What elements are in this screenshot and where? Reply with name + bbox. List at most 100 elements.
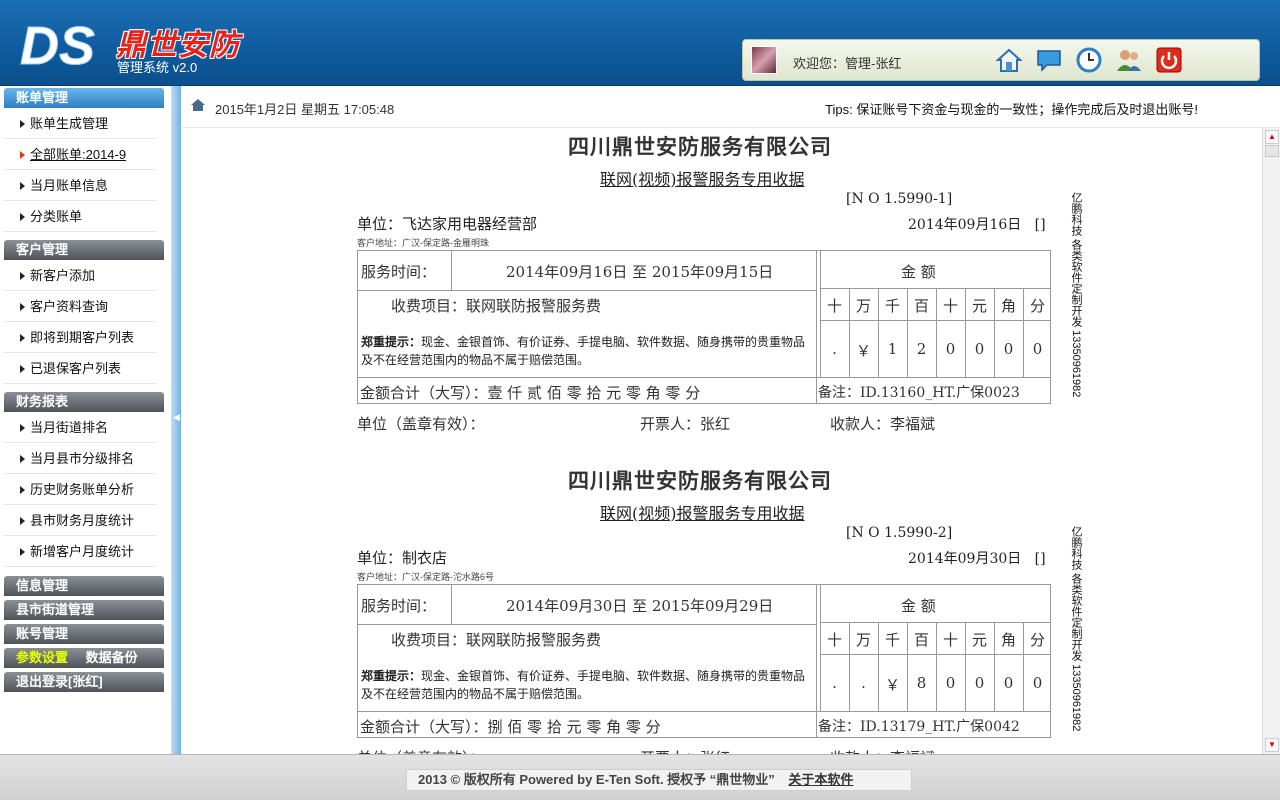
clock-icon[interactable] <box>1075 46 1103 74</box>
sidebar-item-county-monthly[interactable]: 县市财务月度统计 <box>4 506 156 536</box>
amount-header: 金 额 <box>901 597 936 615</box>
notice-text: 郑重提示：现金、金银首饰、有价证券、手提电脑、软件数据、随身携带的贵重物品及不在… <box>361 335 806 367</box>
service-period: 2014年09月16日 至 2015年09月15日 <box>506 263 774 281</box>
receipt-number: [N O 1.5990-1] <box>846 191 953 207</box>
sidebar-section-customers[interactable]: 客户管理 <box>4 240 164 260</box>
sidebar-item-history-analysis[interactable]: 历史财务账单分析 <box>4 475 156 505</box>
digit-header: 千 <box>884 631 900 649</box>
app-header: DS 鼎世安防 管理系统 v2.0 欢迎您：管理-张红 <box>0 0 1280 86</box>
digit-value: 0 <box>1032 340 1043 358</box>
digit-value: 8 <box>916 674 927 692</box>
digit-value: . <box>832 674 837 692</box>
digit-header: 元 <box>971 631 987 649</box>
receipt-number: [N O 1.5990-2] <box>846 525 953 541</box>
sidebar-item-new-customer-monthly[interactable]: 新增客户月度统计 <box>4 537 156 567</box>
digit-header: 千 <box>884 297 900 315</box>
receipt-table: 服务时间： 2014年09月16日 至 2015年09月15日 金 额 收费项目… <box>357 250 1051 404</box>
service-period: 2014年09月30日 至 2015年09月29日 <box>506 597 774 615</box>
collapse-arrow-icon: ◀ <box>173 412 180 422</box>
copyright-text: 2013 © 版权所有 Powered by E-Ten Soft. 授权予 “… <box>418 772 775 787</box>
digit-value: ￥ <box>884 676 900 694</box>
amount-header: 金 额 <box>901 263 936 281</box>
digit-header: 角 <box>1000 297 1016 315</box>
digit-header: 万 <box>855 631 871 649</box>
receipt-remark: 备注：ID.13160_HT.广保0023 <box>818 385 1020 401</box>
receipt-unit: 单位：飞达家用电器经营部 <box>357 215 538 233</box>
user-bar: 欢迎您：管理-张红 <box>742 39 1260 81</box>
sidebar-item-new-customer[interactable]: 新客户添加 <box>4 261 156 291</box>
charge-item: 收费项目：联网联防报警服务费 <box>391 631 602 649</box>
digit-value: 2 <box>916 340 927 358</box>
sidebar-item-category-bills[interactable]: 分类账单 <box>4 202 156 232</box>
receipt-remark: 备注：ID.13179_HT.广保0042 <box>818 719 1020 735</box>
side-ad-text: 亿鹏科技 各类软件定制开发 13350961982 <box>1070 192 1082 398</box>
sidebar-item-bill-generate[interactable]: 账单生成管理 <box>4 109 156 139</box>
sidebar-section-billing[interactable]: 账单管理 <box>4 88 164 108</box>
digit-value: . <box>832 340 837 358</box>
digit-header: 角 <box>1000 631 1016 649</box>
svg-text:DS: DS <box>20 16 95 74</box>
sidebar-item-customer-query[interactable]: 客户资料查询 <box>4 292 156 322</box>
message-icon[interactable] <box>1035 46 1063 74</box>
digit-value: 0 <box>945 340 956 358</box>
digit-header: 十 <box>826 631 842 649</box>
vertical-scrollbar[interactable]: ▲ ▼ <box>1262 128 1280 754</box>
home-small-icon <box>191 99 205 111</box>
settings-link[interactable]: 参数设置 <box>16 650 68 665</box>
sidebar-item-county-ranking[interactable]: 当月县市分级排名 <box>4 444 156 474</box>
footer-bar: 2013 © 版权所有 Powered by E-Ten Soft. 授权予 “… <box>406 769 912 791</box>
receipt-address: 客户地址：广汉-保定路-金雁明珠 <box>357 238 490 248</box>
charge-item: 收费项目：联网联防报警服务费 <box>391 297 602 315</box>
about-link[interactable]: 关于本软件 <box>788 772 853 787</box>
receipt-view: 四川鼎世安防服务有限公司 联网(视频)报警服务专用收据 [N O 1.5990-… <box>182 128 1262 754</box>
digit-value: 0 <box>974 340 985 358</box>
receipt-table: 服务时间： 2014年09月30日 至 2015年09月29日 金 额 收费项目… <box>357 584 1051 738</box>
sidebar-section-account[interactable]: 账号管理 <box>4 624 164 644</box>
app-subtitle: 管理系统 v2.0 <box>117 60 198 75</box>
receipt-date: 2014年09月16日 [] <box>908 217 1046 233</box>
digit-value: 0 <box>974 674 985 692</box>
payee-label: 收款人：李福斌 <box>830 747 935 754</box>
digit-value: 0 <box>1003 674 1014 692</box>
backup-link[interactable]: 数据备份 <box>86 650 138 665</box>
logout-button[interactable]: 退出登录[张红] <box>4 672 164 692</box>
sidebar-item-street-ranking[interactable]: 当月街道排名 <box>4 413 156 443</box>
sidebar-item-expiring-customers[interactable]: 即将到期客户列表 <box>4 323 156 353</box>
receipt-address: 客户地址：广汉-保定路-沱水路6号 <box>357 572 495 582</box>
total-uppercase: 金额合计（大写）：捌 佰 零 拾 元 零 角 零 分 <box>360 718 661 736</box>
digit-value: 0 <box>1003 340 1014 358</box>
digit-header: 百 <box>913 631 929 649</box>
total-uppercase: 金额合计（大写）：壹 仟 贰 佰 零 拾 元 零 角 零 分 <box>360 384 701 402</box>
tips-text: Tips: 保证账号下资金与现金的一致性；操作完成后及时退出账号! <box>825 102 1198 117</box>
digit-header: 分 <box>1029 631 1045 649</box>
footer: 2013 © 版权所有 Powered by E-Ten Soft. 授权予 “… <box>0 754 1280 800</box>
issuer-label: 开票人：张红 <box>640 747 730 754</box>
scroll-down-icon[interactable]: ▼ <box>1265 738 1279 752</box>
sidebar-item-withdrawn-customers[interactable]: 已退保客户列表 <box>4 354 156 384</box>
digit-header: 百 <box>913 297 929 315</box>
receipt-unit: 单位：制衣店 <box>357 549 448 567</box>
sidebar-section-street[interactable]: 县市街道管理 <box>4 600 164 620</box>
sidebar-section-info[interactable]: 信息管理 <box>4 576 164 596</box>
scroll-thumb[interactable] <box>1265 145 1279 157</box>
scroll-up-icon[interactable]: ▲ <box>1265 130 1279 144</box>
home-icon[interactable] <box>995 46 1023 74</box>
receipt: 四川鼎世安防服务有限公司 联网(视频)报警服务专用收据 [N O 1.5990-… <box>182 462 1262 754</box>
ds-logo-icon: DS <box>20 16 96 75</box>
avatar <box>751 46 777 74</box>
welcome-text: 欢迎您：管理-张红 <box>793 56 902 71</box>
power-icon[interactable] <box>1155 46 1183 74</box>
service-label: 服务时间： <box>361 263 437 281</box>
sidebar-section-finance[interactable]: 财务报表 <box>4 392 164 412</box>
sidebar-item-month-bills[interactable]: 当月账单信息 <box>4 171 156 201</box>
receipt: 四川鼎世安防服务有限公司 联网(视频)报警服务专用收据 [N O 1.5990-… <box>182 128 1262 462</box>
issuer-label: 开票人：张红 <box>640 415 731 433</box>
service-label: 服务时间： <box>361 597 437 615</box>
users-icon[interactable] <box>1115 46 1143 74</box>
sidebar-item-all-bills[interactable]: 全部账单:2014-9 <box>4 140 156 170</box>
digit-header: 十 <box>942 297 958 315</box>
sidebar-section-settings: 参数设置 数据备份 <box>4 648 164 668</box>
sidebar-toggle[interactable]: ◀ <box>172 86 181 754</box>
digit-header: 元 <box>971 297 987 315</box>
side-ad-text: 亿鹏科技 各类软件定制开发 13350961982 <box>1070 526 1082 732</box>
